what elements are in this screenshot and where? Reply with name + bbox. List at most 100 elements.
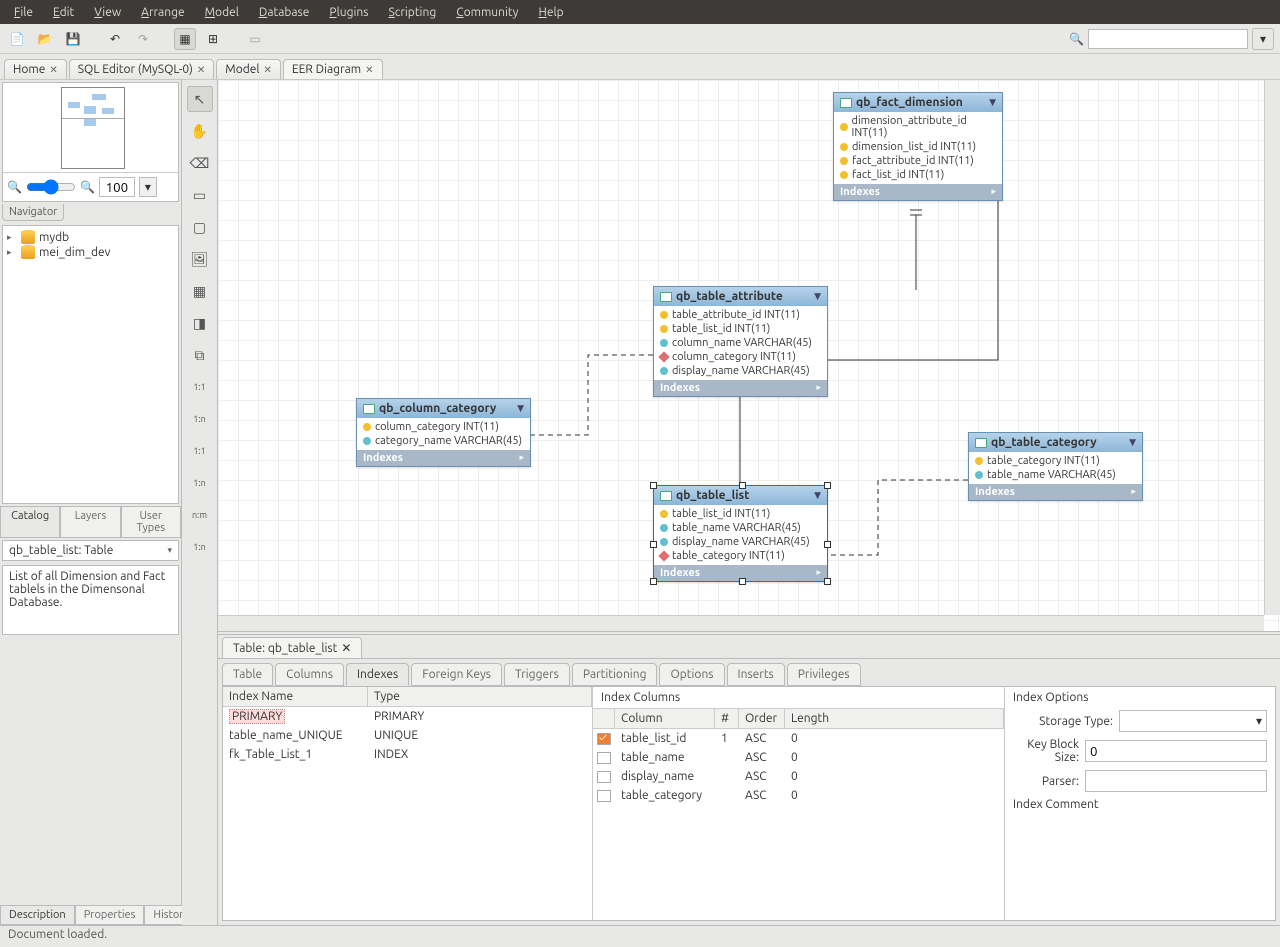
menu-database[interactable]: Database — [251, 4, 318, 21]
checkbox[interactable] — [597, 733, 611, 745]
layer-tool-icon[interactable]: ▭ — [187, 182, 213, 208]
storage-type-combo[interactable]: ▾ — [1119, 710, 1267, 732]
properties-selector[interactable]: qb_table_list: Table▾ — [2, 540, 179, 561]
menu-edit[interactable]: Edit — [45, 4, 82, 21]
subtab-partitioning[interactable]: Partitioning — [572, 663, 658, 686]
checkbox[interactable] — [597, 790, 611, 802]
scrollbar-vertical[interactable] — [1264, 80, 1280, 615]
entity-qb-table-attribute[interactable]: qb_table_attribute▼ table_attribute_id I… — [653, 286, 828, 397]
zoom-dropdown-icon[interactable]: ▾ — [139, 177, 157, 197]
menu-model[interactable]: Model — [197, 4, 247, 21]
menu-help[interactable]: Help — [530, 4, 571, 21]
rel-existing-icon[interactable]: 1:n — [187, 534, 213, 560]
menu-community[interactable]: Community — [448, 4, 526, 21]
index-row[interactable]: table_name_UNIQUEUNIQUE — [223, 726, 592, 745]
note-tool-icon[interactable]: ▢ — [187, 214, 213, 240]
menu-view[interactable]: View — [86, 4, 129, 21]
open-file-icon[interactable]: 📂 — [34, 28, 56, 50]
subtab-table[interactable]: Table — [222, 663, 273, 686]
grid-align-icon[interactable]: ▦ — [174, 28, 196, 50]
description-text[interactable]: List of all Dimension and Fact tablels i… — [2, 565, 179, 635]
close-icon[interactable]: ✕ — [365, 64, 373, 76]
checkbox[interactable] — [597, 771, 611, 783]
btab-description[interactable]: Description — [0, 905, 75, 925]
tab-eer-diagram[interactable]: EER Diagram✕ — [283, 59, 383, 79]
subtab-columns[interactable]: Columns — [275, 663, 344, 686]
new-file-icon[interactable]: 📄 — [6, 28, 28, 50]
pointer-tool-icon[interactable]: ↖ — [187, 86, 213, 112]
menu-file[interactable]: FFileile — [6, 4, 41, 21]
col-header[interactable]: Length — [785, 709, 1004, 728]
hand-tool-icon[interactable]: ✋ — [187, 118, 213, 144]
subtab-triggers[interactable]: Triggers — [504, 663, 570, 686]
chevron-down-icon[interactable]: ▼ — [814, 291, 821, 302]
save-icon[interactable]: 💾 — [62, 28, 84, 50]
entity-qb-column-category[interactable]: qb_column_category▼ column_category INT(… — [356, 398, 531, 467]
rel-11-icon[interactable]: 1:1 — [187, 374, 213, 400]
view-tool-icon[interactable]: ◨ — [187, 310, 213, 336]
parser-input[interactable] — [1085, 770, 1267, 792]
navigator-preview[interactable] — [3, 83, 178, 173]
menu-plugins[interactable]: Plugins — [321, 4, 376, 21]
image-tool-icon[interactable]: 🖼 — [187, 246, 213, 272]
tree-item[interactable]: ▸mydb — [7, 230, 174, 245]
col-header[interactable]: Index Name — [223, 687, 368, 706]
col-header[interactable]: # — [715, 709, 739, 728]
tree-item[interactable]: ▸mei_dim_dev — [7, 245, 174, 260]
index-col-row[interactable]: table_categoryASC0 — [593, 786, 1004, 805]
rel-11i-icon[interactable]: 1:1 — [187, 438, 213, 464]
col-header[interactable]: Order — [739, 709, 785, 728]
entity-qb-table-category[interactable]: qb_table_category▼ table_category INT(11… — [968, 432, 1143, 501]
scrollbar-horizontal[interactable] — [218, 615, 1264, 631]
search-input[interactable] — [1088, 29, 1248, 49]
checkbox[interactable] — [597, 752, 611, 764]
chevron-down-icon[interactable]: ▼ — [989, 97, 996, 108]
left-tab-layers[interactable]: Layers — [60, 506, 120, 538]
index-list[interactable]: Index Name Type PRIMARYPRIMARY table_nam… — [223, 687, 593, 920]
left-tab-usertypes[interactable]: User Types — [121, 506, 181, 538]
search-options-icon[interactable]: ▾ — [1252, 28, 1274, 50]
table-tool-icon[interactable]: ▦ — [187, 278, 213, 304]
col-header[interactable]: Type — [368, 687, 592, 706]
col-header[interactable]: Column — [615, 709, 715, 728]
tab-sql-editor[interactable]: SQL Editor (MySQL-0)✕ — [69, 59, 215, 79]
diagram-canvas[interactable]: qb_fact_dimension▼ dimension_attribute_i… — [218, 80, 1280, 631]
entity-qb-fact-dimension[interactable]: qb_fact_dimension▼ dimension_attribute_i… — [833, 92, 1003, 201]
subtab-privileges[interactable]: Privileges — [787, 663, 861, 686]
index-col-row[interactable]: table_nameASC0 — [593, 748, 1004, 767]
btab-properties[interactable]: Properties — [75, 905, 145, 925]
key-block-size-input[interactable] — [1085, 740, 1267, 762]
tab-home[interactable]: Home✕ — [4, 59, 67, 79]
index-row[interactable]: PRIMARYPRIMARY — [223, 707, 592, 726]
grid-icon[interactable]: ⊞ — [202, 28, 224, 50]
page-icon[interactable]: ▭ — [244, 28, 266, 50]
index-col-row[interactable]: table_list_id1ASC0 — [593, 729, 1004, 748]
zoom-value[interactable] — [99, 177, 135, 197]
catalog-tree[interactable]: ▸mydb ▸mei_dim_dev — [2, 225, 179, 504]
menu-scripting[interactable]: Scripting — [380, 4, 444, 21]
subtab-indexes[interactable]: Indexes — [346, 663, 409, 686]
redo-icon[interactable]: ↷ — [132, 28, 154, 50]
routine-tool-icon[interactable]: ⧉ — [187, 342, 213, 368]
chevron-down-icon[interactable]: ▼ — [1129, 437, 1136, 448]
close-icon[interactable]: ✕ — [264, 64, 272, 76]
subtab-options[interactable]: Options — [659, 663, 724, 686]
left-tab-catalog[interactable]: Catalog — [0, 506, 60, 538]
chevron-down-icon[interactable]: ▼ — [814, 490, 821, 501]
bp-tab-table[interactable]: Table: qb_table_list✕ — [222, 637, 362, 658]
entity-qb-table-list[interactable]: qb_table_list▼ table_list_id INT(11) tab… — [653, 485, 828, 582]
tab-model[interactable]: Model✕ — [216, 59, 281, 79]
rel-1ni-icon[interactable]: 1:n — [187, 470, 213, 496]
zoom-out-icon[interactable]: 🔍 — [7, 180, 22, 194]
eraser-tool-icon[interactable]: ⌫ — [187, 150, 213, 176]
rel-nm-icon[interactable]: n:m — [187, 502, 213, 528]
zoom-in-icon[interactable]: 🔍 — [80, 180, 95, 194]
subtab-inserts[interactable]: Inserts — [727, 663, 785, 686]
close-icon[interactable]: ✕ — [341, 641, 351, 655]
chevron-down-icon[interactable]: ▼ — [517, 403, 524, 414]
index-row[interactable]: fk_Table_List_1INDEX — [223, 745, 592, 764]
zoom-slider[interactable] — [26, 179, 76, 195]
undo-icon[interactable]: ↶ — [104, 28, 126, 50]
rel-1n-icon[interactable]: 1:n — [187, 406, 213, 432]
menu-arrange[interactable]: Arrange — [133, 4, 192, 21]
